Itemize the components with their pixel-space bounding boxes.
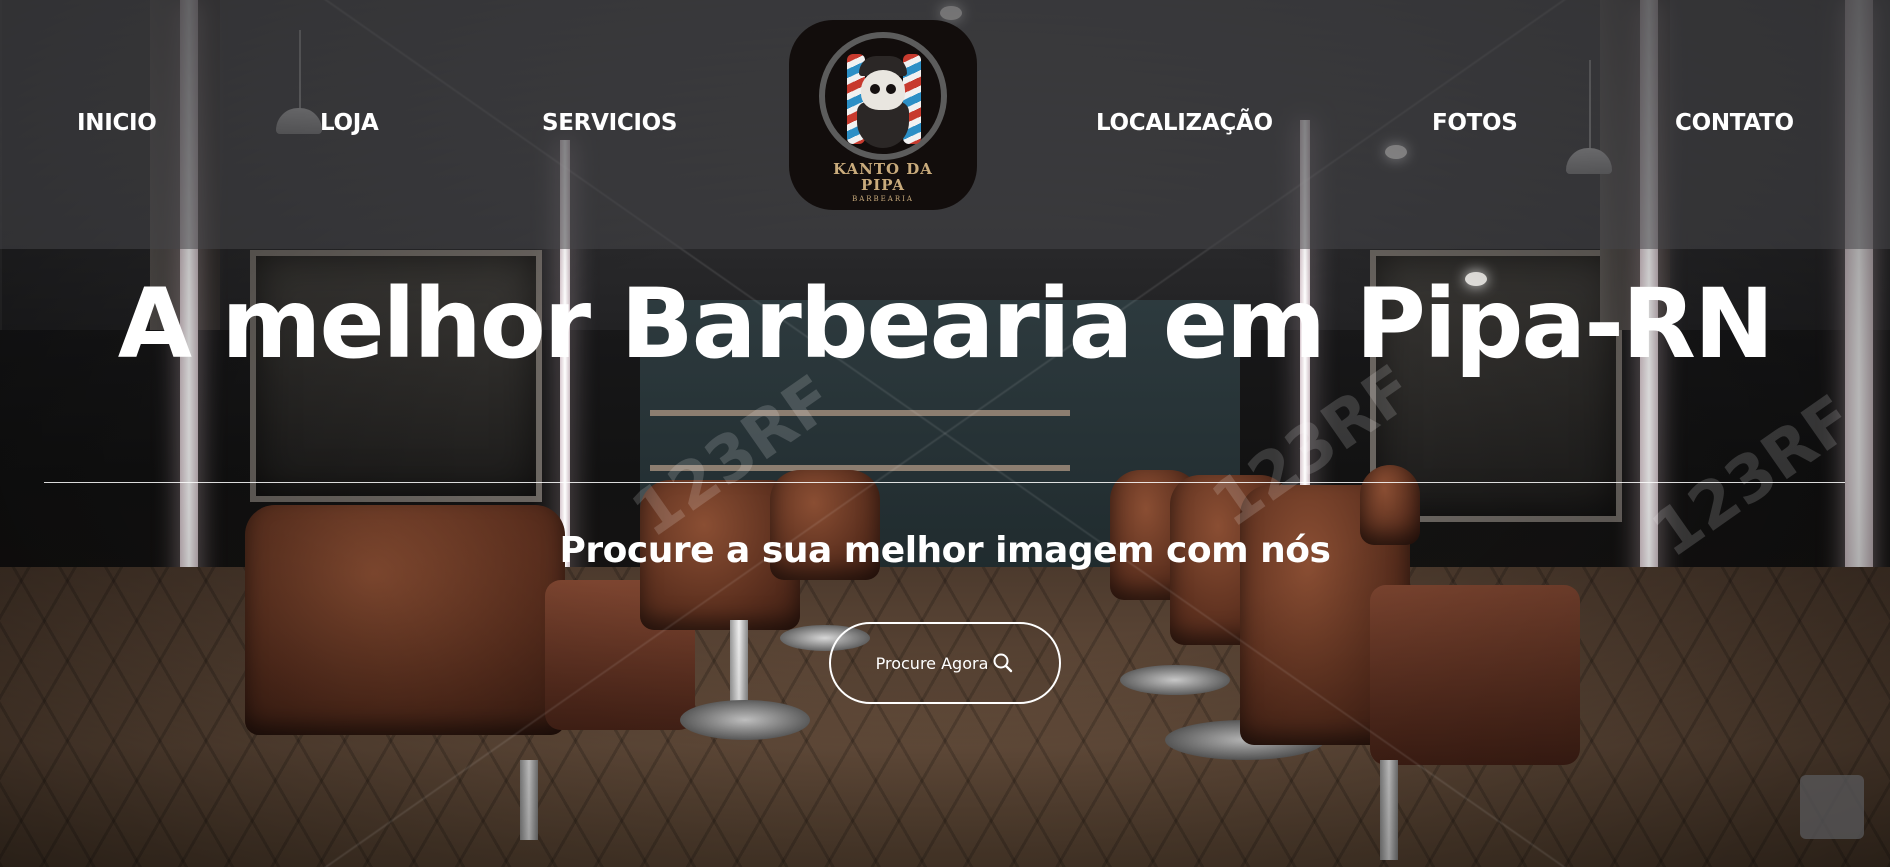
nav-link-servicios[interactable]: SERVICIOS — [542, 110, 678, 136]
logo-subtitle: BARBEARIA — [852, 195, 914, 203]
nav-link-contato[interactable]: CONTATO — [1675, 110, 1794, 136]
nav-link-fotos[interactable]: FOTOS — [1432, 110, 1518, 136]
search-icon — [993, 653, 1013, 673]
scroll-to-top-button[interactable] — [1800, 775, 1864, 839]
eye — [886, 84, 896, 94]
logo-name: KANTO DA PIPA — [833, 160, 933, 194]
site-header: INICIO LOJA SERVICIOS LOCALIZAÇÃO FOTOS … — [0, 0, 1890, 249]
eye — [870, 84, 880, 94]
nav-link-inicio[interactable]: INICIO — [77, 110, 157, 136]
hero-subtitle: Procure a sua melhor imagem com nós — [559, 530, 1331, 571]
hero-divider — [44, 482, 1845, 483]
hero-title: A melhor Barbearia em Pipa-RN — [117, 268, 1775, 380]
nav-link-loja[interactable]: LOJA — [320, 110, 379, 136]
search-now-label: Procure Agora — [875, 653, 989, 673]
search-now-button[interactable]: Procure Agora — [829, 622, 1061, 704]
skull-icon — [861, 70, 905, 110]
nav-link-localizacao[interactable]: LOCALIZAÇÃO — [1096, 110, 1273, 136]
site-logo[interactable]: KANTO DA PIPA BARBEARIA — [789, 20, 977, 210]
